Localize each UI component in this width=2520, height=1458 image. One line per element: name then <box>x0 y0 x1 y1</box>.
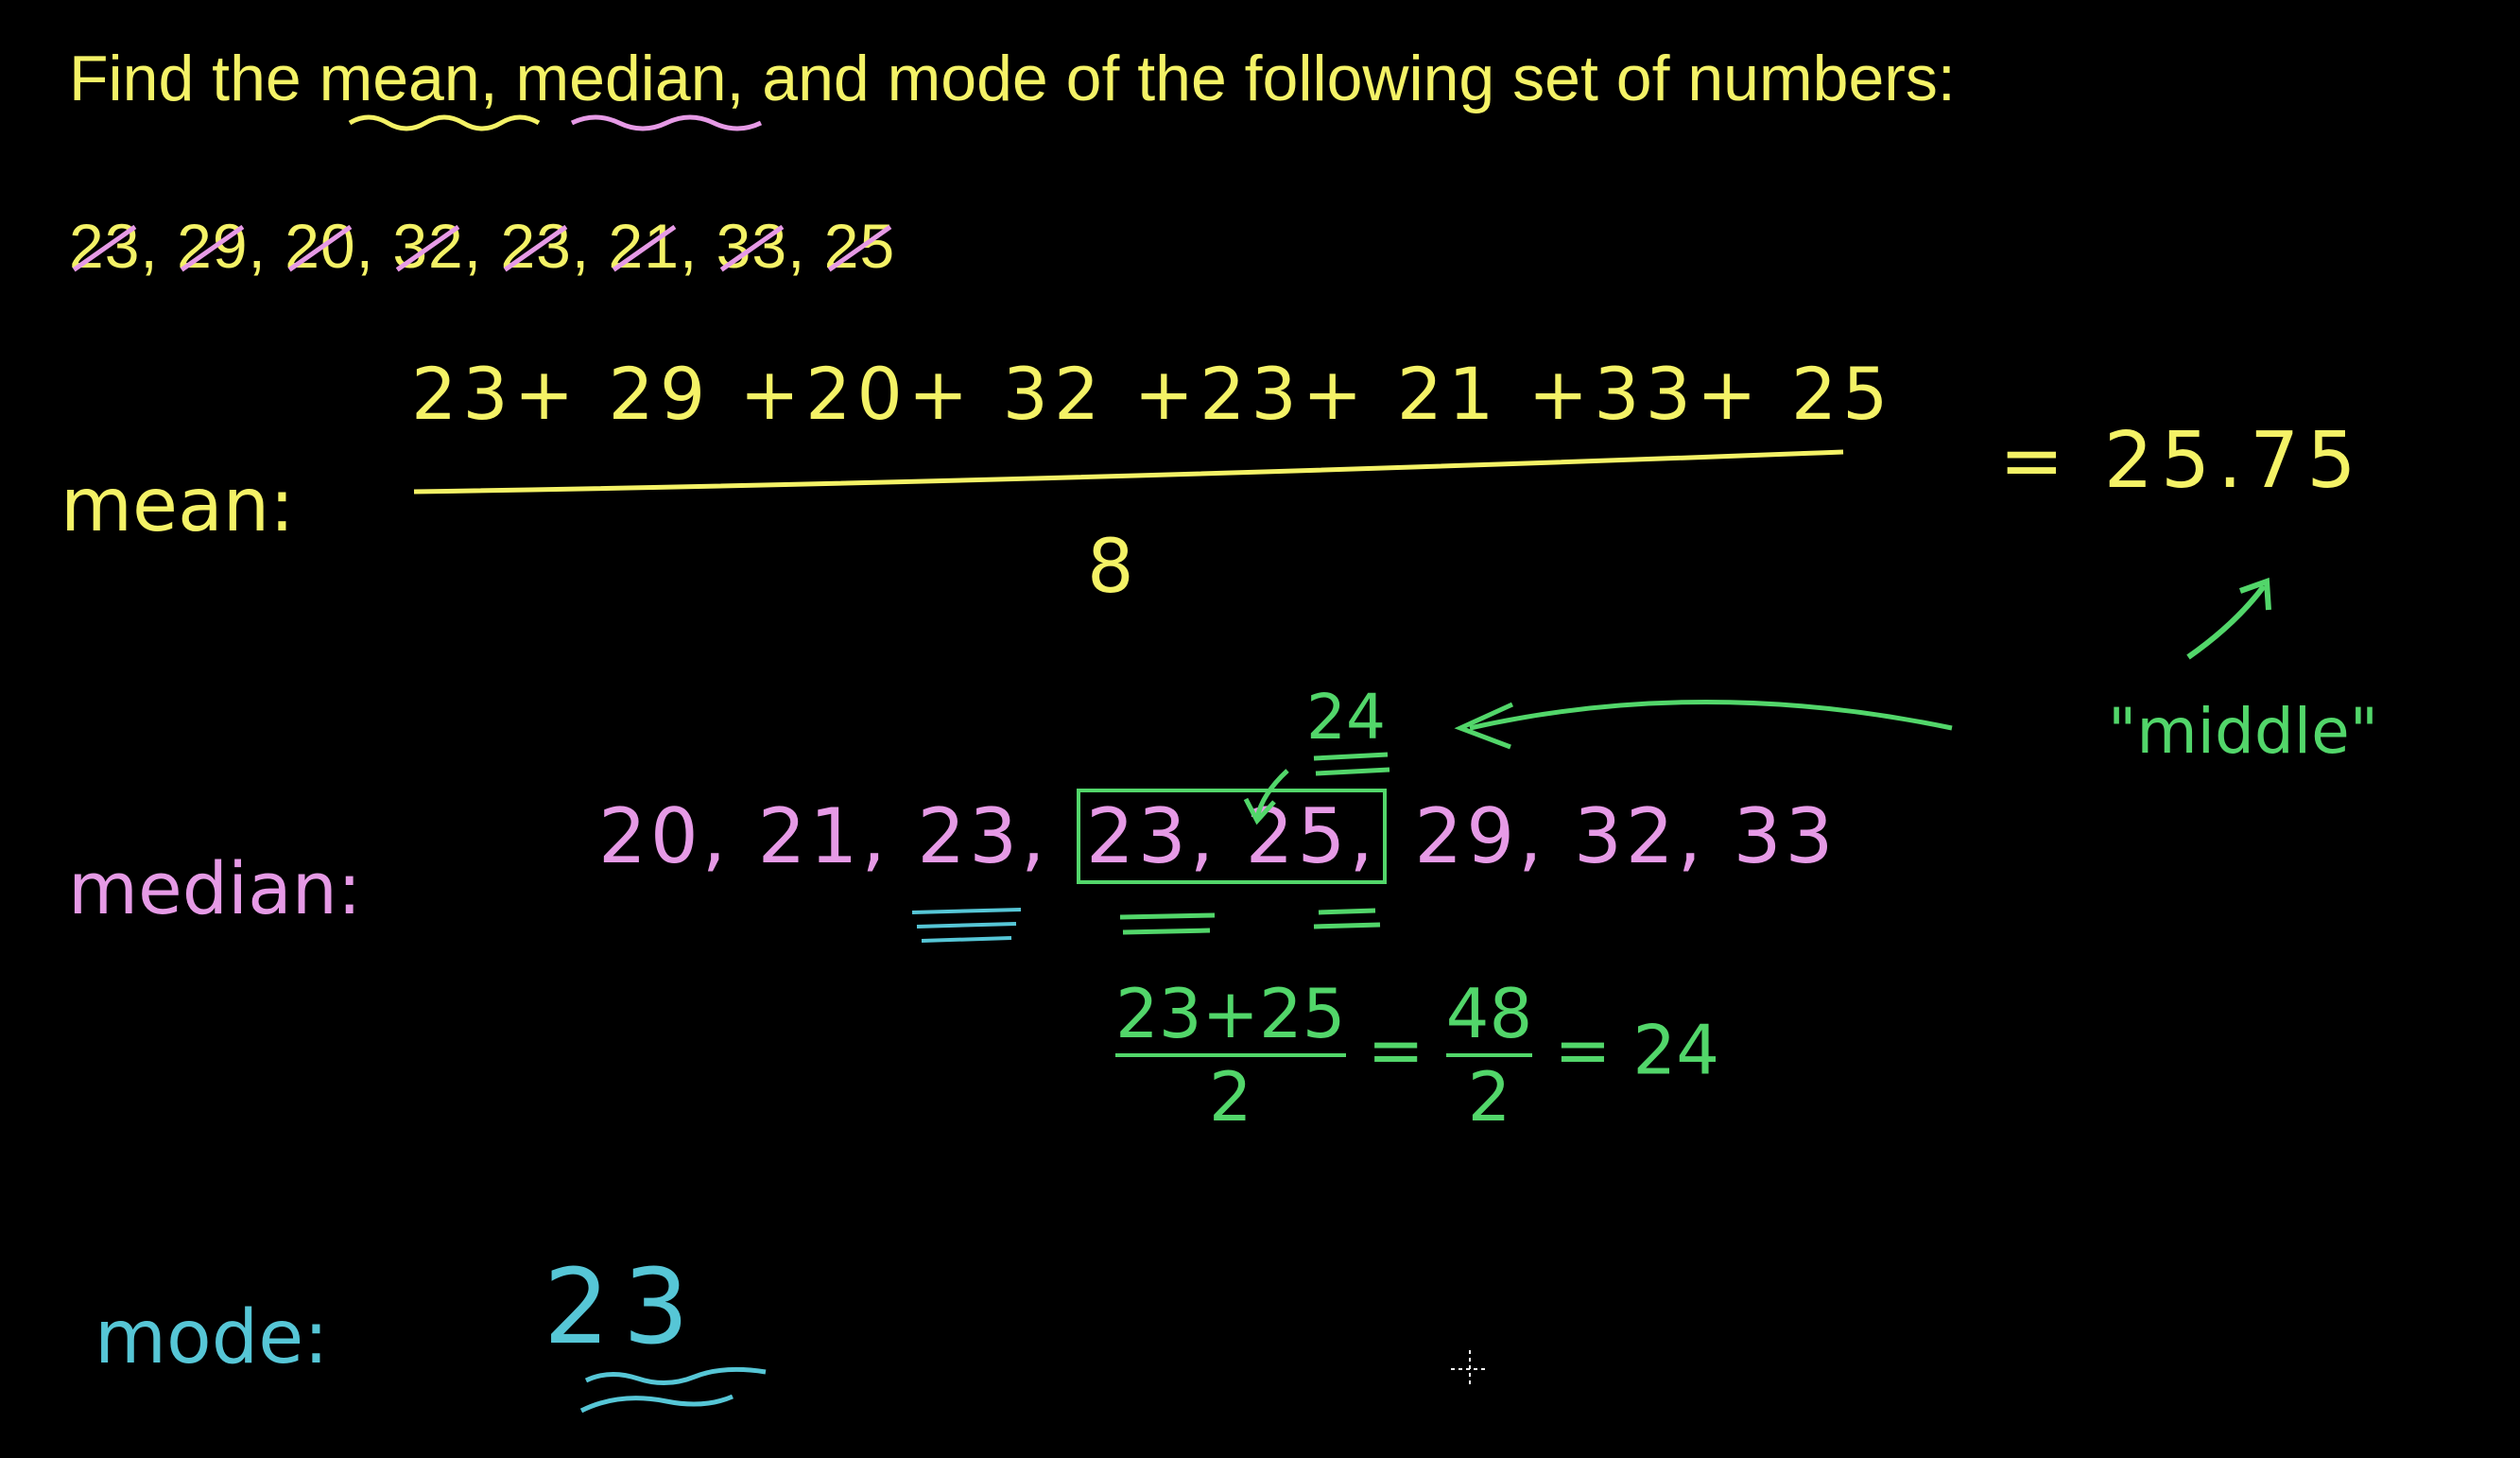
median-value-underline <box>1313 752 1390 776</box>
chalk-strokes <box>348 114 2271 1414</box>
box-arrow <box>1254 769 1289 819</box>
mean-fraction-bar <box>413 449 1844 495</box>
median-23-underline <box>911 908 1022 943</box>
box-23-underline <box>1119 912 1216 935</box>
median-long-arrow <box>1469 700 1953 731</box>
mean-squiggle-underline <box>348 114 541 131</box>
mode-squiggle-underline <box>579 1366 767 1414</box>
chalkboard: Find the mean, median, and mode of the f… <box>0 0 2520 1458</box>
box-25-underline <box>1313 908 1381 929</box>
middle-arrow <box>2186 584 2267 660</box>
cursor-crosshair-icon <box>1451 1350 1489 1388</box>
median-squiggle-underline <box>570 114 763 131</box>
